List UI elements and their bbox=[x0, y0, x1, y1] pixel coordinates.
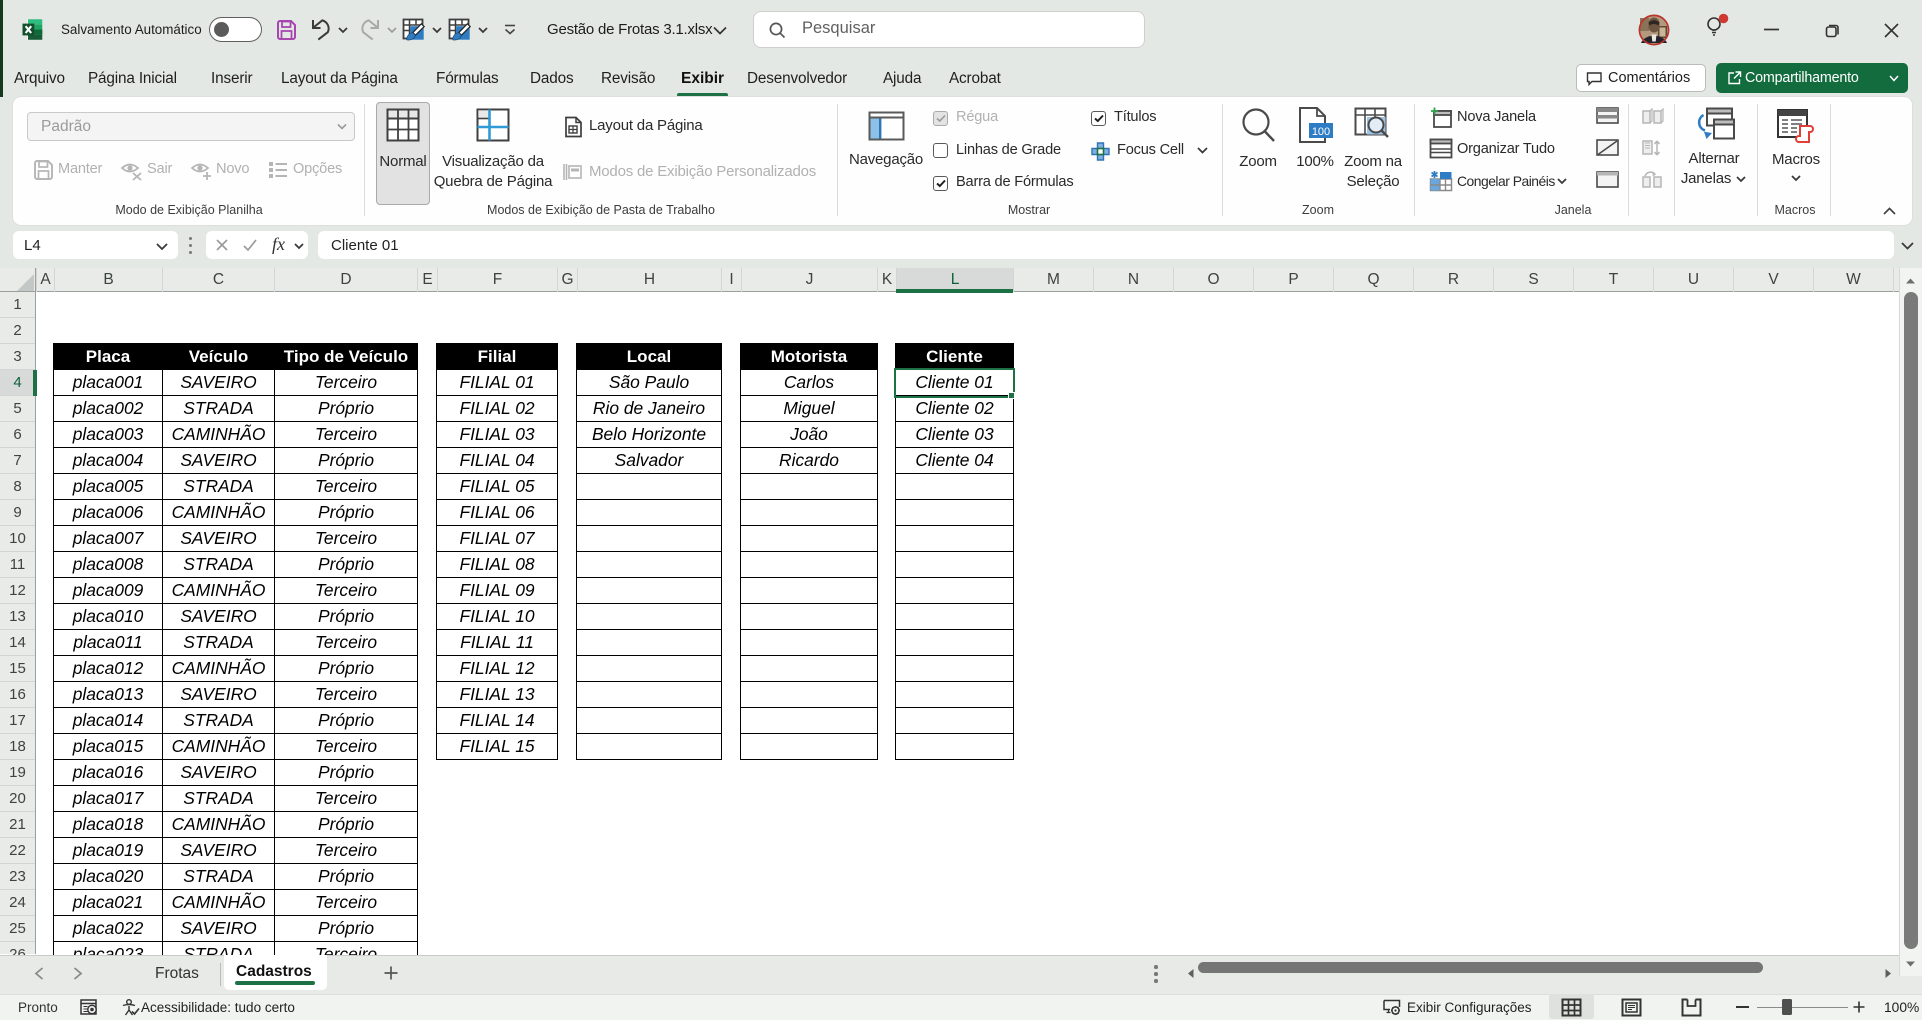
svg-text:100: 100 bbox=[1312, 126, 1330, 138]
